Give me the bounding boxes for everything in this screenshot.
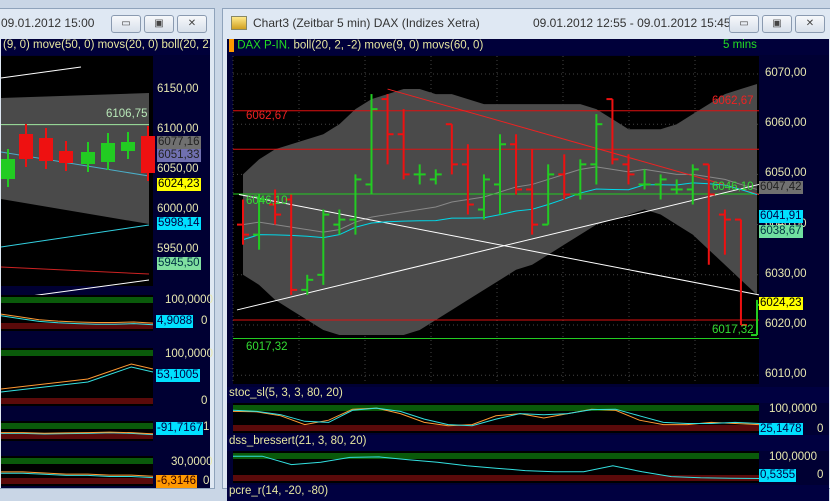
candle-body [19, 134, 33, 159]
candle-body [141, 136, 155, 173]
boll-upper-tag: 6047,42 [759, 181, 803, 194]
level-label-mid-left: 6046,10 [246, 195, 288, 207]
left-panel3-overbought-zone [1, 423, 153, 429]
dss-overbought-zone [233, 453, 759, 459]
candle-body [1, 159, 15, 179]
left-level-label: 6106,75 [106, 108, 148, 120]
close-button[interactable]: ✕ [795, 15, 825, 33]
panel4-max: 30,0000 [171, 456, 213, 468]
panel3-suffix: 1 [203, 421, 210, 433]
level-label-mid-right: 6046,10 [712, 181, 754, 193]
panel1-min: 0 [201, 315, 208, 327]
left-panel2-bg [1, 348, 153, 406]
left-axis-tick: 6150,00 [157, 83, 199, 95]
left-upper-tag: 6077,16 [157, 136, 201, 149]
panel1-value: 4,9088 [156, 315, 194, 328]
price-axis-tick: 6010,00 [765, 368, 807, 381]
left-title-bar: 09.01.2012 15:00 ▭ ▣ ✕ [0, 9, 214, 37]
right-chart-canvas[interactable] [227, 39, 830, 499]
panel2-max: 100,0000 [165, 348, 213, 360]
left-panel1-overbought-zone [1, 297, 153, 303]
right-window-title: Chart3 (Zeitbar 5 min) DAX (Indizes Xetr… [253, 16, 480, 30]
right-chart-area: DAX P-IN. boll(20, 2, -2) move(9, 0) mov… [227, 39, 829, 501]
chart-app-icon [231, 16, 247, 30]
candle-body [59, 151, 73, 163]
minimize-button[interactable]: ▭ [729, 15, 759, 33]
right-date-range: 09.01.2012 12:55 - 09.01.2012 15:45 [533, 16, 731, 30]
movs-tag: 6038,67 [759, 225, 803, 238]
left-chart-window: 09.01.2012 15:00 ▭ ▣ ✕ (9, 0) move(50, 0… [0, 8, 215, 489]
panel4-min: 0 [203, 475, 210, 487]
dss-min: 0 [817, 469, 824, 481]
level-label-high-left: 6062,67 [246, 110, 288, 122]
price-axis-tick: 6070,00 [765, 67, 807, 79]
candle-body [81, 152, 95, 164]
right-chart-window: Chart3 (Zeitbar 5 min) DAX (Indizes Xetr… [222, 8, 830, 501]
panel1-max: 100,0000 [165, 294, 213, 306]
price-axis-tick: 6020,00 [765, 318, 807, 330]
left-axis-tick: 6050,00 [157, 163, 199, 175]
stoc-oversold-zone [233, 425, 759, 431]
restore-button[interactable]: ▣ [762, 15, 792, 33]
left-last-price-tag: 6024,23 [157, 178, 201, 191]
dss-header: dss_bressert(21, 3, 80, 20) [227, 435, 829, 451]
level-label-low-left: 6017,32 [246, 341, 288, 353]
left-panel4-overbought-zone [1, 458, 153, 464]
move-tag: 6041,91 [759, 210, 803, 223]
panel2-min: 0 [201, 395, 208, 407]
last-price-tag: 6024,23 [759, 297, 803, 310]
left-axis-tick: 6000,00 [157, 203, 199, 215]
left-lower-tag: 5998,14 [157, 217, 201, 230]
left-panel2-overbought-zone [1, 350, 153, 356]
left-mid-tag: 6051,33 [157, 149, 201, 162]
price-axis-tick: 6050,00 [765, 167, 807, 180]
panel3-value: -91,7167 [156, 422, 204, 435]
right-title-bar: Chart3 (Zeitbar 5 min) DAX (Indizes Xetr… [223, 9, 830, 37]
candle-body [101, 143, 115, 162]
left-title-date: 09.01.2012 15:00 [1, 16, 95, 30]
stoc-max: 100,0000 [769, 403, 817, 415]
panel2-value: 53,1005 [156, 369, 200, 382]
price-axis-tick: 6030,00 [765, 267, 807, 280]
price-axis-tick: 6060,00 [765, 117, 807, 130]
level-label-high-right: 6062,67 [712, 95, 754, 107]
minimize-button[interactable]: ▭ [111, 15, 141, 33]
restore-button[interactable]: ▣ [144, 15, 174, 33]
candle-body [39, 138, 53, 161]
stoc-overbought-zone [233, 405, 759, 411]
left-axis-tick: 6100,00 [157, 123, 199, 135]
level-label-low-right: 6017,32 [712, 324, 754, 336]
left-low-tag: 5945,50 [157, 257, 201, 270]
left-chart-area: (9, 0) move(50, 0) movs(20, 0) boll(20, … [1, 39, 213, 488]
left-axis-tick: 5950,00 [157, 243, 199, 255]
dss-max: 100,0000 [769, 451, 817, 463]
dss-oversold-zone [233, 475, 759, 481]
dss-value: 0,5355 [759, 469, 797, 482]
pcre-header: pcre_r(14, -20, -80) [227, 485, 829, 501]
stoc-header: stoc_sl(5, 3, 3, 80, 20) [227, 387, 829, 403]
close-button[interactable]: ✕ [177, 15, 207, 33]
left-panel4-oversold-zone [1, 478, 153, 484]
candle-body [121, 142, 135, 151]
panel4-value: -6,3146 [156, 475, 198, 488]
left-panel2-oversold-zone [1, 398, 153, 404]
